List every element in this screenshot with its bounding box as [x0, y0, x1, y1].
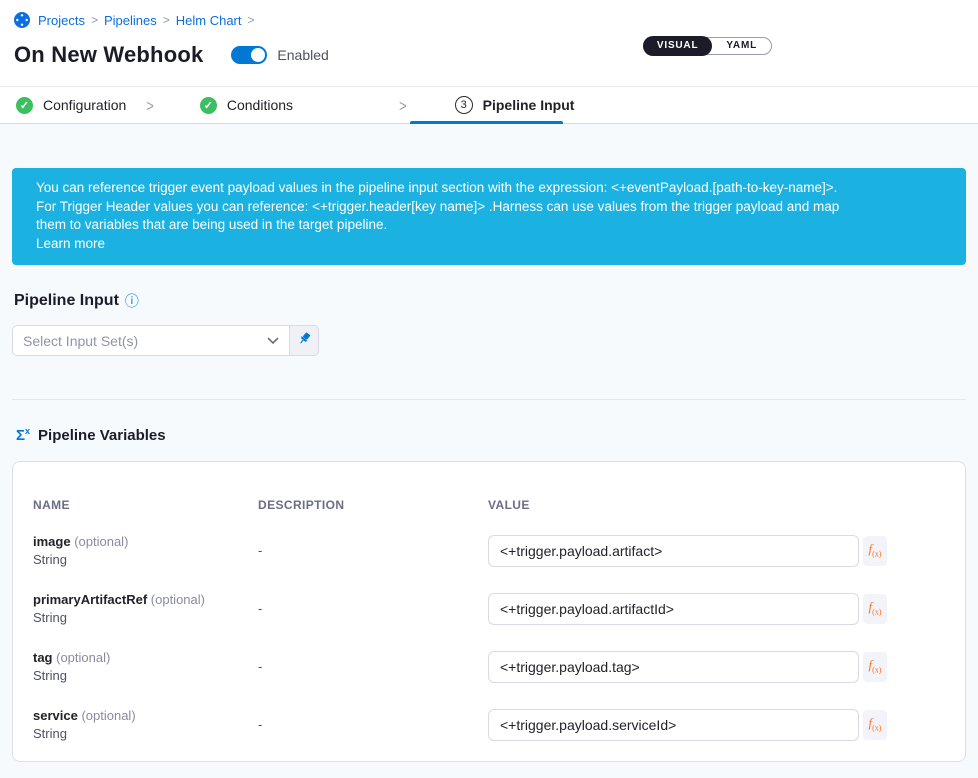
pin-icon: [297, 331, 312, 351]
banner-line: You can reference trigger event payload …: [36, 179, 942, 198]
breadcrumb: Projects > Pipelines > Helm Chart >: [14, 12, 964, 28]
breadcrumb-item-helm-chart[interactable]: Helm Chart: [176, 13, 242, 28]
column-header-name: NAME: [33, 498, 258, 512]
breadcrumb-separator: >: [91, 13, 98, 27]
variable-name: tag: [33, 650, 53, 665]
info-banner: You can reference trigger event payload …: [12, 168, 966, 265]
breadcrumb-separator: >: [248, 13, 255, 27]
banner-line: them to variables that are being used in…: [36, 216, 942, 235]
page-title: On New Webhook: [14, 42, 203, 68]
column-header-description: DESCRIPTION: [258, 498, 488, 512]
expression-fx-button[interactable]: f(x): [863, 652, 887, 682]
page-header: Projects > Pipelines > Helm Chart > On N…: [0, 0, 978, 86]
wizard-step-bar: ✓ Configuration > ✓ Conditions > 3 Pipel…: [0, 86, 978, 124]
pipeline-variables-heading: Σx Pipeline Variables: [16, 426, 964, 444]
learn-more-link[interactable]: Learn more: [36, 236, 105, 251]
variable-description: -: [258, 717, 488, 732]
main-content: You can reference trigger event payload …: [0, 168, 978, 762]
tab-conditions-label: Conditions: [227, 97, 293, 113]
variable-type: String: [33, 610, 258, 625]
active-tab-underline: [410, 121, 563, 124]
tab-conditions[interactable]: ✓ Conditions: [200, 97, 293, 114]
expression-fx-button[interactable]: f(x): [863, 710, 887, 740]
table-row: image (optional) String - f(x): [33, 534, 945, 567]
sigma-icon: Σx: [16, 426, 30, 444]
banner-line: For Trigger Header values you can refere…: [36, 198, 942, 217]
variable-optional-label: (optional): [81, 708, 135, 723]
check-circle-icon: ✓: [16, 97, 33, 114]
table-row: service (optional) String - f(x): [33, 708, 945, 741]
visual-yaml-toggle: VISUAL YAML: [643, 37, 772, 55]
table-row: tag (optional) String - f(x): [33, 650, 945, 683]
variable-value-input[interactable]: [488, 593, 859, 625]
info-icon[interactable]: ⓘ: [125, 291, 139, 311]
variable-type: String: [33, 668, 258, 683]
chevron-down-icon: [267, 332, 279, 350]
variable-type: String: [33, 726, 258, 741]
column-header-value: VALUE: [488, 498, 945, 512]
variable-name: service: [33, 708, 78, 723]
expression-fx-button[interactable]: f(x): [863, 594, 887, 624]
variable-description: -: [258, 543, 488, 558]
variable-description: -: [258, 659, 488, 674]
check-circle-icon: ✓: [200, 97, 217, 114]
variable-value-input[interactable]: [488, 535, 859, 567]
table-row: primaryArtifactRef (optional) String - f…: [33, 592, 945, 625]
pipeline-input-heading: Pipeline Input ⓘ: [14, 291, 964, 311]
visual-tab-button[interactable]: VISUAL: [643, 36, 712, 56]
variable-description: -: [258, 601, 488, 616]
toggle-knob: [251, 48, 265, 62]
input-set-select-input[interactable]: [23, 333, 267, 349]
variable-name: primaryArtifactRef: [33, 592, 147, 607]
pipeline-input-title-text: Pipeline Input: [14, 292, 119, 310]
variable-value-input[interactable]: [488, 709, 859, 741]
variables-table-header: NAME DESCRIPTION VALUE: [33, 498, 945, 512]
pipeline-variables-title-text: Pipeline Variables: [38, 427, 166, 444]
enabled-toggle-label: Enabled: [277, 47, 328, 63]
pipeline-variables-card: NAME DESCRIPTION VALUE image (optional) …: [12, 461, 966, 762]
variable-optional-label: (optional): [74, 534, 128, 549]
step-number-badge: 3: [455, 96, 473, 114]
tab-pipeline-input[interactable]: 3 Pipeline Input: [455, 96, 575, 114]
breadcrumb-item-pipelines[interactable]: Pipelines: [104, 13, 157, 28]
harness-logo-icon: [14, 12, 30, 28]
chevron-right-icon: >: [399, 95, 407, 115]
tab-configuration[interactable]: ✓ Configuration: [16, 97, 126, 114]
section-divider: [12, 399, 966, 400]
variable-value-input[interactable]: [488, 651, 859, 683]
breadcrumb-separator: >: [163, 13, 170, 27]
tab-pipeline-input-label: Pipeline Input: [483, 97, 575, 113]
variable-optional-label: (optional): [56, 650, 110, 665]
breadcrumb-item-projects[interactable]: Projects: [38, 13, 85, 28]
variable-optional-label: (optional): [151, 592, 205, 607]
tab-configuration-label: Configuration: [43, 97, 126, 113]
chevron-right-icon: >: [146, 95, 154, 115]
variable-name: image: [33, 534, 71, 549]
pin-button[interactable]: [290, 325, 319, 356]
variable-type: String: [33, 552, 258, 567]
input-set-select[interactable]: [12, 325, 290, 356]
yaml-tab-button[interactable]: YAML: [712, 37, 771, 55]
enabled-toggle[interactable]: [231, 46, 267, 64]
expression-fx-button[interactable]: f(x): [863, 536, 887, 566]
